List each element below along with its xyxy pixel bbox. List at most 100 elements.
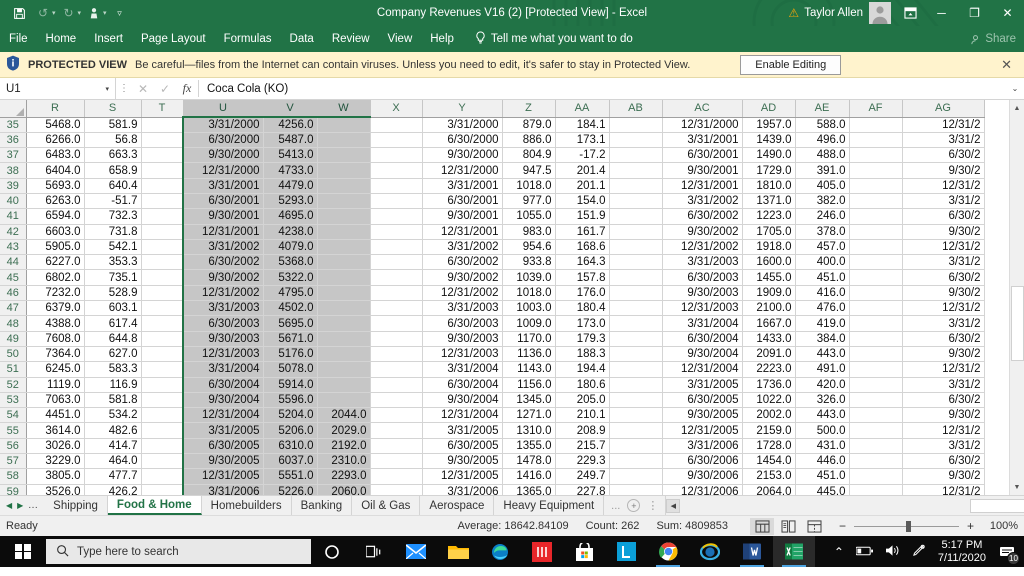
cell-V50[interactable]: 5176.0 (263, 346, 318, 363)
cell-AD51[interactable]: 2223.0 (742, 361, 796, 378)
row-header-50[interactable]: 50 (0, 346, 27, 363)
cell-AF51[interactable] (849, 361, 903, 378)
cell-S35[interactable]: 581.9 (84, 117, 142, 133)
cell-AD42[interactable]: 1705.0 (742, 224, 796, 240)
cell-AF43[interactable] (849, 239, 903, 256)
cell-AD45[interactable]: 1455.0 (742, 269, 796, 286)
cell-AD43[interactable]: 1918.0 (742, 239, 796, 256)
cell-S47[interactable]: 603.1 (84, 300, 142, 317)
cell-AC47[interactable]: 12/31/2003 (662, 300, 743, 317)
cell-AE43[interactable]: 457.0 (795, 239, 850, 256)
cell-S37[interactable]: 663.3 (84, 147, 142, 164)
more-sheets-left-icon[interactable]: ... (28, 500, 38, 511)
table-row[interactable]: 48 4388.0 617.4 6/30/2003 5695.0 6/30/2003 100… (0, 315, 985, 332)
cell-Y44[interactable]: 6/30/2002 (422, 254, 503, 271)
cell-S52[interactable]: 116.9 (84, 377, 142, 393)
cell-U48[interactable]: 6/30/2003 (182, 315, 264, 332)
cell-W50[interactable] (317, 346, 371, 363)
cell-U51[interactable]: 3/31/2004 (182, 361, 264, 378)
cell-V44[interactable]: 5368.0 (263, 254, 318, 271)
table-row[interactable]: 59 3526.0 426.2 3/31/2006 5226.0 2060.0 3/31/2… (0, 484, 985, 495)
name-box[interactable]: U1 ▾ (0, 78, 116, 99)
cell-AA41[interactable]: 151.9 (555, 208, 610, 225)
cell-W39[interactable] (317, 178, 371, 194)
cell-W44[interactable] (317, 254, 371, 271)
cell-AC55[interactable]: 12/31/2005 (662, 422, 743, 439)
cell-U59[interactable]: 3/31/2006 (182, 484, 264, 495)
cell-Z55[interactable]: 1310.0 (502, 422, 556, 439)
cell-AB54[interactable] (609, 407, 663, 424)
cell-V52[interactable]: 5914.0 (263, 377, 318, 393)
cell-AG49[interactable]: 6/30/2 (902, 331, 985, 347)
cell-R43[interactable]: 5905.0 (26, 239, 85, 256)
cell-T53[interactable] (141, 392, 184, 409)
cell-R49[interactable]: 7608.0 (26, 331, 85, 347)
sheet-tab-tail-controls[interactable]: ... + ⋮ (604, 496, 665, 515)
cell-U49[interactable]: 9/30/2003 (182, 331, 264, 347)
cell-W41[interactable] (317, 208, 371, 225)
row-header-44[interactable]: 44 (0, 254, 27, 271)
cell-X56[interactable] (370, 438, 423, 455)
page-break-view-icon[interactable] (802, 518, 826, 535)
row-header-48[interactable]: 48 (0, 315, 27, 332)
cell-AE59[interactable]: 445.0 (795, 484, 850, 495)
cell-Y49[interactable]: 9/30/2003 (422, 331, 503, 347)
cell-AC50[interactable]: 9/30/2004 (662, 346, 743, 363)
cell-AC35[interactable]: 12/31/2000 (662, 117, 743, 133)
column-header-ag[interactable]: AG (902, 100, 985, 118)
tab-file[interactable]: File (0, 26, 37, 52)
row-header-36[interactable]: 36 (0, 132, 27, 149)
cell-Y58[interactable]: 12/31/2005 (422, 468, 503, 485)
cell-T47[interactable] (141, 300, 184, 317)
cell-W53[interactable] (317, 392, 371, 409)
cell-W49[interactable] (317, 331, 371, 347)
cell-W42[interactable] (317, 224, 371, 240)
formula-input[interactable]: Coca Cola (KO) (199, 78, 1006, 99)
cell-AF59[interactable] (849, 484, 903, 495)
cell-AD39[interactable]: 1810.0 (742, 178, 796, 194)
cell-AC59[interactable]: 12/31/2006 (662, 484, 743, 495)
cell-Y53[interactable]: 9/30/2004 (422, 392, 503, 409)
cell-AA57[interactable]: 229.3 (555, 453, 610, 470)
cell-AG44[interactable]: 3/31/2 (902, 254, 985, 271)
edge-icon[interactable] (479, 536, 521, 567)
cell-X38[interactable] (370, 162, 423, 179)
cell-AD37[interactable]: 1490.0 (742, 147, 796, 164)
spreadsheet[interactable]: R S T U V W X Y Z AA AB AC AD AE AF AG 35 5468.0 581.9 3/3… (0, 100, 985, 495)
cell-AG45[interactable]: 6/30/2 (902, 269, 985, 286)
cell-T58[interactable] (141, 468, 184, 485)
cell-AC45[interactable]: 6/30/2003 (662, 269, 743, 286)
cell-AE57[interactable]: 446.0 (795, 453, 850, 470)
cell-AF41[interactable] (849, 208, 903, 225)
cell-V59[interactable]: 5226.0 (263, 484, 318, 495)
cell-S58[interactable]: 477.7 (84, 468, 142, 485)
cell-AA52[interactable]: 180.6 (555, 377, 610, 393)
column-header-r[interactable]: R (26, 100, 85, 118)
sheet-tab-homebuilders[interactable]: Homebuilders (201, 496, 292, 515)
cell-AA54[interactable]: 210.1 (555, 407, 610, 424)
cell-V35[interactable]: 4256.0 (263, 117, 318, 133)
cell-U39[interactable]: 3/31/2001 (182, 178, 264, 194)
cell-AA38[interactable]: 201.4 (555, 162, 610, 179)
minimize-button[interactable]: ─ (925, 0, 958, 26)
cell-Y42[interactable]: 12/31/2001 (422, 224, 503, 240)
cell-U40[interactable]: 6/30/2001 (182, 193, 264, 210)
clock[interactable]: 5:17 PM 7/11/2020 (938, 539, 986, 565)
row-header-38[interactable]: 38 (0, 162, 27, 179)
chrome-icon[interactable] (647, 536, 689, 567)
row-header-40[interactable]: 40 (0, 193, 27, 210)
cell-AB40[interactable] (609, 193, 663, 210)
cell-AE49[interactable]: 384.0 (795, 331, 850, 347)
cell-AC41[interactable]: 6/30/2002 (662, 208, 743, 225)
cell-S39[interactable]: 640.4 (84, 178, 142, 194)
table-row[interactable]: 53 7063.0 581.8 9/30/2004 5596.0 9/30/2004 134… (0, 392, 985, 409)
cell-AF50[interactable] (849, 346, 903, 363)
row-header-52[interactable]: 52 (0, 377, 27, 393)
cell-Y50[interactable]: 12/31/2003 (422, 346, 503, 363)
column-header-ad[interactable]: AD (742, 100, 796, 118)
zoom-control[interactable]: − + 100% (838, 519, 1018, 533)
column-header-aa[interactable]: AA (555, 100, 610, 118)
cell-AE50[interactable]: 443.0 (795, 346, 850, 363)
table-row[interactable]: 39 5693.0 640.4 3/31/2001 4479.0 3/31/2001 101… (0, 178, 985, 194)
cell-AG57[interactable]: 6/30/2 (902, 453, 985, 470)
